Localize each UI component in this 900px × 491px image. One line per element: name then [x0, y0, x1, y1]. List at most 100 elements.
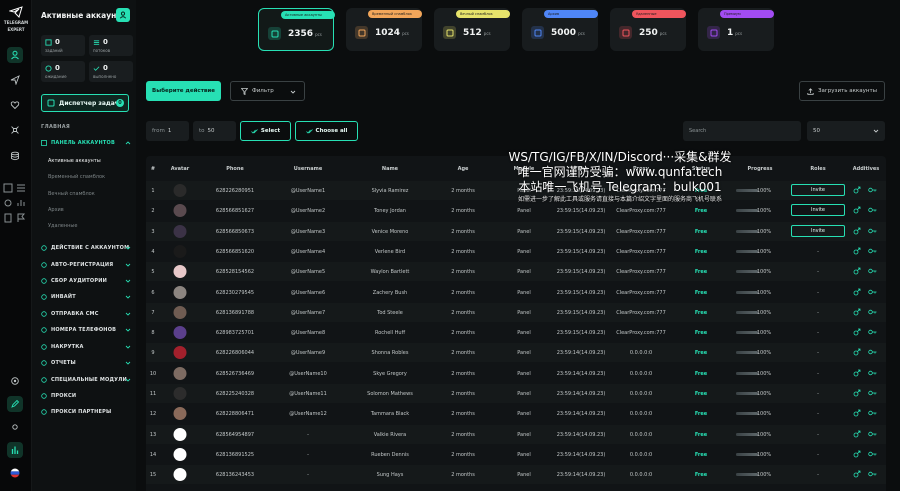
key-icon[interactable] — [868, 186, 877, 194]
key-icon[interactable] — [868, 369, 877, 377]
column-header[interactable]: Avatar — [171, 166, 190, 172]
task-dispatcher-button[interactable]: Диспетчер задач 0 — [41, 94, 129, 112]
upload-accounts-button[interactable]: Загрузить аккаунты — [799, 81, 885, 101]
choose-all-button[interactable]: Choose all — [295, 121, 358, 141]
gender-icon[interactable] — [853, 450, 861, 458]
rail-edit[interactable] — [7, 396, 23, 412]
key-icon[interactable] — [868, 450, 877, 458]
table-row[interactable]: 13 628564954897 - Valkie Rivera 2 months Pane… — [146, 424, 886, 444]
menu-item[interactable]: НАКРУТКА — [41, 341, 131, 353]
key-icon[interactable] — [868, 348, 877, 356]
sub-item-temp-spam[interactable]: Временный спамблок — [48, 174, 105, 180]
rail-settings[interactable] — [7, 373, 23, 389]
rail-favorites[interactable] — [7, 97, 23, 113]
filter-button[interactable]: Фильтр — [230, 81, 305, 101]
table-row[interactable]: 12 628228806471 @UserName12 Tammara Black 2 … — [146, 404, 886, 423]
menu-item[interactable]: ПРОКСИ — [41, 390, 131, 402]
choose-action-button[interactable]: Выберите действие — [146, 81, 221, 101]
summary-card[interactable]: Премиум 1 pcs — [698, 8, 774, 51]
menu-accounts-panel[interactable]: ПАНЕЛЬ АККАУНТОВ — [41, 137, 131, 149]
menu-item[interactable]: СПЕЦИАЛЬНЫЕ МОДУЛИ — [41, 374, 131, 386]
menu-item[interactable]: ДЕЙСТВИЕ С АККАУНТОМ — [41, 242, 131, 254]
table-row[interactable]: 7 628136891788 @UserName7 Tod Steele 2 month… — [146, 302, 886, 322]
to-field[interactable]: to 50 — [193, 121, 236, 141]
gender-icon[interactable] — [853, 348, 861, 356]
table-row[interactable]: 15 628136243453 - Sung Hays 2 months Panel 23:… — [146, 465, 886, 485]
table-row[interactable]: 2 628566851627 @UserName2 Toney Jordan 2 mon… — [146, 201, 886, 220]
rail-small-6[interactable] — [16, 210, 26, 226]
key-icon[interactable] — [868, 430, 877, 438]
role-invite-badge[interactable]: Invite — [791, 204, 845, 217]
rail-stats[interactable] — [7, 442, 23, 458]
menu-item[interactable]: ОТЧЕТЫ — [41, 357, 131, 369]
column-header[interactable]: Additives — [853, 166, 879, 172]
role-invite-badge[interactable]: Invite — [791, 184, 845, 196]
summary-card[interactable]: Временный спамблок 1024 pcs — [346, 8, 422, 51]
table-row[interactable]: 4 628566851620 @UserName4 Verlene Bird 2 mon… — [146, 242, 886, 261]
column-header[interactable]: # — [151, 166, 155, 172]
sub-item-active[interactable]: Активные аккаунты — [48, 158, 101, 164]
table-row[interactable]: 14 628136891525 - Rueben Dennis 2 months Pane… — [146, 445, 886, 464]
gender-icon[interactable] — [853, 267, 861, 275]
column-header[interactable]: Progress — [748, 166, 773, 172]
gender-icon[interactable] — [853, 430, 861, 438]
table-row[interactable]: 10 628526736469 @UserName10 Skye Gregory 2 m… — [146, 364, 886, 383]
rail-small-3[interactable] — [3, 195, 13, 211]
key-icon[interactable] — [868, 206, 877, 214]
rail-language[interactable] — [7, 465, 23, 481]
menu-item[interactable]: НОМЕРА ТЕЛЕФОНОВ — [41, 324, 131, 336]
key-icon[interactable] — [868, 227, 877, 235]
key-icon[interactable] — [868, 389, 877, 397]
rail-small-4[interactable] — [16, 195, 26, 211]
gender-icon[interactable] — [853, 328, 861, 336]
key-icon[interactable] — [868, 470, 877, 478]
search-input[interactable]: Search — [683, 121, 801, 141]
sub-item-deleted[interactable]: Удаленные — [48, 223, 77, 229]
column-header[interactable]: Name — [382, 166, 398, 172]
summary-card[interactable]: Активные аккаунты 2356 pcs — [258, 8, 335, 51]
menu-item[interactable]: ОТПРАВКА СМС — [41, 308, 131, 320]
gender-icon[interactable] — [853, 470, 861, 478]
rail-small-1[interactable] — [3, 180, 13, 196]
rail-small-2[interactable] — [16, 180, 26, 196]
key-icon[interactable] — [868, 409, 877, 417]
menu-item[interactable]: ПРОКСИ ПАРТНЕРЫ — [41, 406, 131, 418]
summary-card[interactable]: Архив 5000 pcs — [522, 8, 598, 51]
role-invite-badge[interactable]: Invite — [791, 224, 845, 237]
rail-theme[interactable] — [7, 419, 23, 435]
gender-icon[interactable] — [853, 369, 861, 377]
menu-item[interactable]: ИНВАЙТ — [41, 291, 131, 303]
key-icon[interactable] — [868, 247, 877, 255]
gender-icon[interactable] — [853, 247, 861, 255]
from-field[interactable]: from 1 — [146, 121, 189, 141]
column-header[interactable]: Age — [458, 166, 469, 172]
gender-icon[interactable] — [853, 288, 861, 296]
summary-card[interactable]: Удаленные 250 pcs — [610, 8, 686, 51]
key-icon[interactable] — [868, 328, 877, 336]
gender-icon[interactable] — [853, 389, 861, 397]
key-icon[interactable] — [868, 288, 877, 296]
rail-send[interactable] — [7, 72, 23, 88]
gender-icon[interactable] — [853, 308, 861, 316]
rail-database[interactable] — [7, 148, 23, 164]
gender-icon[interactable] — [853, 206, 861, 214]
table-row[interactable]: 3 628566850673 @UserName3 Venice Moreno 2 mo… — [146, 221, 886, 241]
gender-icon[interactable] — [853, 409, 861, 417]
menu-item[interactable]: СБОР АУДИТОРИИ — [41, 275, 131, 287]
rail-accounts[interactable] — [7, 47, 23, 63]
key-icon[interactable] — [868, 308, 877, 316]
table-row[interactable]: 5 628528154562 @UserName5 Waylon Bartlett 2 … — [146, 262, 886, 282]
rail-small-5[interactable] — [3, 210, 13, 226]
table-row[interactable]: 9 628226806044 @UserName9 Shonna Robles 2 mo… — [146, 343, 886, 363]
sub-item-eternal-spam[interactable]: Вечный спамблок — [48, 191, 95, 197]
menu-item[interactable]: АВТО-РЕГИСТРАЦИЯ — [41, 259, 131, 271]
column-header[interactable]: Phone — [226, 166, 244, 172]
gender-icon[interactable] — [853, 186, 861, 194]
column-header[interactable]: Username — [294, 166, 322, 172]
select-button[interactable]: Select — [240, 121, 291, 141]
gender-icon[interactable] — [853, 227, 861, 235]
sub-item-archive[interactable]: Архив — [48, 207, 64, 213]
key-icon[interactable] — [868, 267, 877, 275]
table-row[interactable]: 8 628983725701 @UserName8 Rochell Huff 2 mon… — [146, 323, 886, 342]
summary-card[interactable]: Вечный спамблок 512 pcs — [434, 8, 510, 51]
